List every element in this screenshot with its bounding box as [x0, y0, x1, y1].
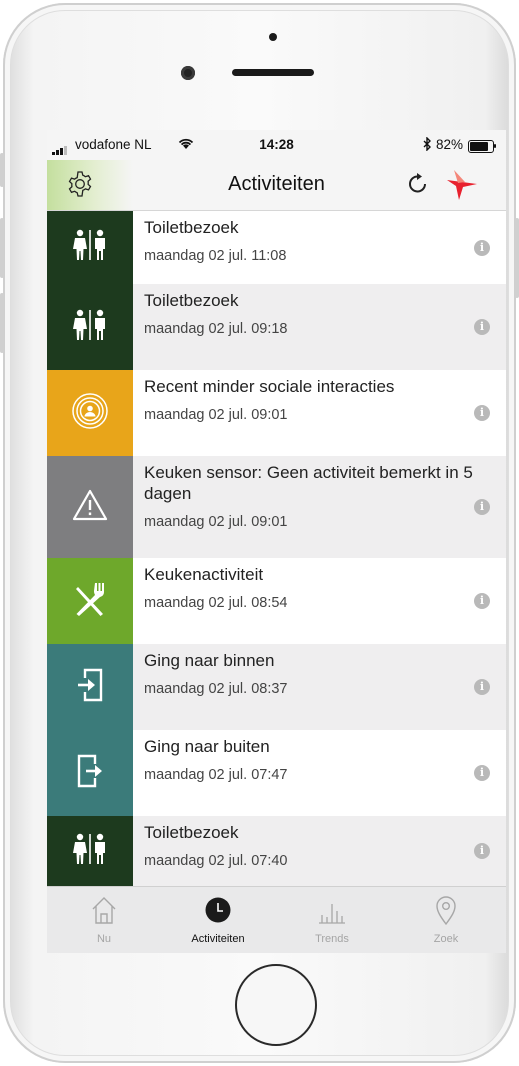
activity-title: Keuken sensor: Geen activiteit bemerkt i…	[144, 463, 473, 503]
activity-text: Recent minder sociale interacties maandag…	[133, 370, 506, 456]
tab-zoek-label: Zoek	[433, 933, 459, 945]
activity-time: maandag 02 jul. 09:01	[144, 514, 288, 530]
activity-title: Recent minder sociale interacties	[144, 377, 395, 396]
activity-text: Keukenactiviteit maandag 02 jul. 08:54 i	[133, 558, 506, 644]
activity-title: Toiletbezoek	[144, 218, 239, 237]
activity-row[interactable]: Recent minder sociale interacties maandag…	[47, 370, 506, 456]
warning-icon	[71, 488, 109, 527]
location-pin-icon	[436, 896, 456, 926]
activity-time: maandag 02 jul. 08:54	[144, 595, 288, 611]
refresh-icon	[409, 173, 426, 193]
social-interaction-icon	[71, 392, 109, 435]
activity-title: Ging naar buiten	[144, 737, 270, 756]
volume-up-button	[0, 218, 4, 278]
activity-text: Toiletbezoek maandag 02 jul. 11:08 i	[133, 211, 506, 284]
page-title: Activiteiten	[228, 173, 325, 195]
social-interaction-icon-tile	[47, 370, 133, 456]
battery-tip	[494, 144, 496, 148]
phone-frame: vodafone NL 14:28 82% Activiteiten Toile…	[0, 3, 519, 1063]
toilet-icon-tile	[47, 284, 133, 370]
proximity-sensor	[269, 33, 277, 41]
activity-text: Keuken sensor: Geen activiteit bemerkt i…	[133, 456, 506, 558]
activity-text: Ging naar buiten maandag 02 jul. 07:47 i	[133, 730, 506, 816]
activity-row[interactable]: Toiletbezoek maandag 02 jul. 07:40 i	[47, 816, 506, 886]
activity-row[interactable]: Toiletbezoek maandag 02 jul. 11:08 i	[47, 211, 506, 284]
activity-text: Ging naar binnen maandag 02 jul. 08:37 i	[133, 644, 506, 730]
mute-switch	[0, 153, 4, 187]
activity-time: maandag 02 jul. 09:01	[144, 407, 288, 423]
info-icon[interactable]: i	[474, 679, 490, 695]
tab-zoek[interactable]: Zoek	[389, 887, 503, 953]
activity-row[interactable]: Toiletbezoek maandag 02 jul. 09:18 i	[47, 284, 506, 370]
activity-row[interactable]: Ging naar buiten maandag 02 jul. 07:47 i	[47, 730, 506, 816]
activity-row[interactable]: Keukenactiviteit maandag 02 jul. 08:54 i	[47, 558, 506, 644]
status-bar: vodafone NL 14:28 82%	[47, 130, 506, 160]
clock-icon	[205, 897, 231, 923]
activity-time: maandag 02 jul. 07:40	[144, 853, 288, 869]
info-icon[interactable]: i	[474, 239, 490, 256]
enter-icon-tile	[47, 644, 133, 730]
tab-nu[interactable]: Nu	[47, 887, 161, 953]
activity-list[interactable]: Toiletbezoek maandag 02 jul. 11:08 i Toilet…	[47, 211, 506, 886]
activity-row[interactable]: Keuken sensor: Geen activiteit bemerkt i…	[47, 456, 506, 558]
volume-down-button	[0, 293, 4, 353]
info-icon[interactable]: i	[474, 405, 490, 421]
brand-logo	[445, 169, 479, 206]
enter-icon	[75, 667, 105, 708]
navigation-bar: Activiteiten	[47, 160, 506, 211]
activity-time: maandag 02 jul. 08:37	[144, 681, 288, 697]
tab-trends-label: Trends	[315, 933, 349, 945]
toilet-icon	[70, 309, 110, 346]
tab-trends[interactable]: Trends	[275, 887, 389, 953]
tab-bar: Nu Activiteiten Trends Zoek	[47, 886, 506, 953]
activity-time: maandag 02 jul. 11:08	[144, 248, 287, 264]
app-screen: vodafone NL 14:28 82% Activiteiten Toile…	[47, 130, 506, 953]
activity-text: Toiletbezoek maandag 02 jul. 07:40 i	[133, 816, 506, 886]
warning-icon-tile	[47, 456, 133, 558]
bar-chart-icon	[319, 904, 345, 924]
exit-icon-tile	[47, 730, 133, 816]
info-icon[interactable]: i	[474, 843, 490, 859]
activity-title: Toiletbezoek	[144, 823, 239, 842]
bluetooth-icon	[423, 136, 432, 154]
battery-icon	[468, 140, 494, 153]
exit-icon	[75, 753, 105, 794]
power-button	[515, 218, 519, 298]
activity-title: Keukenactiviteit	[144, 565, 264, 584]
toilet-icon	[70, 833, 110, 870]
home-button[interactable]	[235, 964, 317, 1046]
info-icon[interactable]: i	[474, 319, 490, 335]
front-camera	[181, 66, 195, 80]
kitchen-icon	[73, 581, 107, 622]
home-icon	[92, 897, 116, 924]
tab-activiteiten-label: Activiteiten	[191, 933, 245, 945]
toilet-icon-tile	[47, 816, 133, 886]
battery-percentage: 82%	[436, 137, 464, 152]
bird-logo-icon	[447, 170, 477, 200]
activity-row[interactable]: Ging naar binnen maandag 02 jul. 08:37 i	[47, 644, 506, 730]
tab-activiteiten[interactable]: Activiteiten	[161, 887, 275, 953]
earpiece-speaker	[232, 69, 314, 76]
toilet-icon	[70, 229, 110, 266]
activity-title: Toiletbezoek	[144, 291, 239, 310]
activity-time: maandag 02 jul. 07:47	[144, 767, 288, 783]
activity-text: Toiletbezoek maandag 02 jul. 09:18 i	[133, 284, 506, 370]
tab-nu-label: Nu	[96, 933, 112, 945]
info-icon[interactable]: i	[474, 499, 490, 515]
info-icon[interactable]: i	[474, 593, 490, 609]
activity-time: maandag 02 jul. 09:18	[144, 321, 288, 337]
kitchen-icon-tile	[47, 558, 133, 644]
activity-title: Ging naar binnen	[144, 651, 275, 670]
toilet-icon-tile	[47, 211, 133, 284]
refresh-button[interactable]	[407, 172, 429, 201]
info-icon[interactable]: i	[474, 765, 490, 781]
